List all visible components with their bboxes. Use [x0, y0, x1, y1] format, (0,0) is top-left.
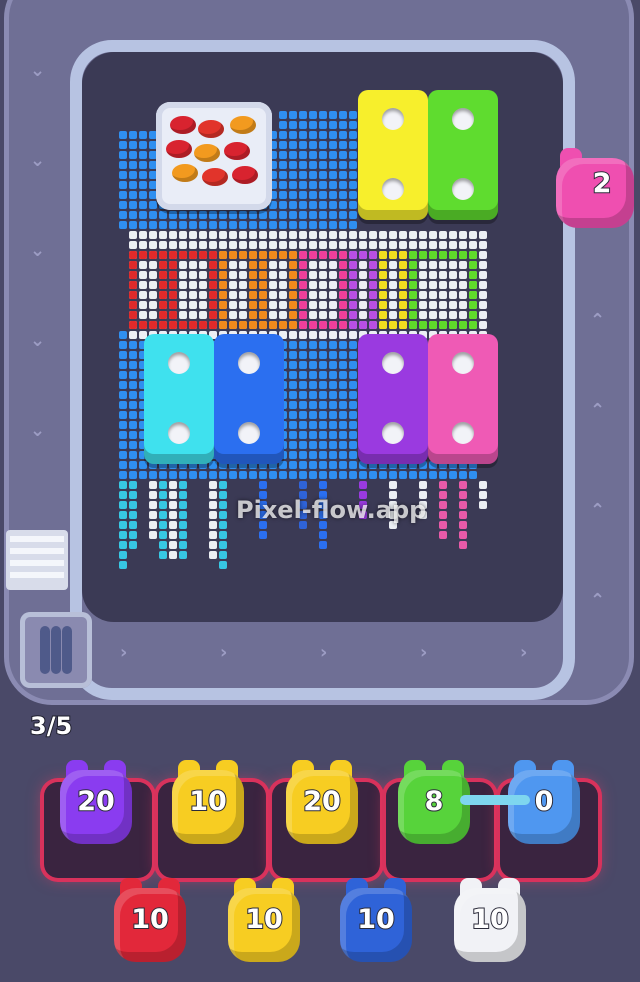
pig-count: 20	[302, 785, 342, 818]
pig-count: 10	[130, 903, 170, 936]
pink-block[interactable]	[428, 334, 498, 464]
chevron-down-icon: ⌄	[30, 150, 46, 171]
pig-link	[460, 795, 530, 805]
chevron-right-icon: ›	[220, 642, 228, 663]
chevron-right-icon: ›	[320, 642, 328, 663]
pig-count: 10	[470, 903, 510, 936]
pig-count: 10	[356, 903, 396, 936]
chevron-down-icon: ⌄	[30, 240, 46, 261]
chevron-up-icon: ⌃	[590, 590, 606, 611]
watermark-text: Pixel-flow.app	[236, 496, 427, 524]
yellow-block[interactable]	[358, 90, 428, 220]
purple-block[interactable]	[358, 334, 428, 464]
chevron-down-icon: ⌄	[30, 420, 46, 441]
chevron-right-icon: ›	[420, 642, 428, 663]
pig-count: 2	[592, 167, 613, 200]
queue-counter: 3/5	[29, 711, 73, 741]
bean-basket	[156, 102, 272, 210]
pig-count: 10	[244, 903, 284, 936]
chevron-down-icon: ⌄	[30, 330, 46, 351]
pig-count: 20	[76, 785, 116, 818]
stack-icon	[6, 530, 68, 590]
pig-count: 8	[424, 785, 445, 818]
green-block[interactable]	[428, 90, 498, 220]
chevron-up-icon: ⌃	[590, 400, 606, 421]
chevron-up-icon: ⌃	[590, 500, 606, 521]
chevron-down-icon: ⌄	[30, 60, 46, 81]
chevron-right-icon: ›	[120, 642, 128, 663]
chevron-right-icon: ›	[520, 642, 528, 663]
pig-count: 10	[188, 785, 228, 818]
blue-block[interactable]	[214, 334, 284, 464]
spool-icon	[20, 612, 92, 688]
chevron-up-icon: ⌃	[590, 310, 606, 331]
cyan-block[interactable]	[144, 334, 214, 464]
